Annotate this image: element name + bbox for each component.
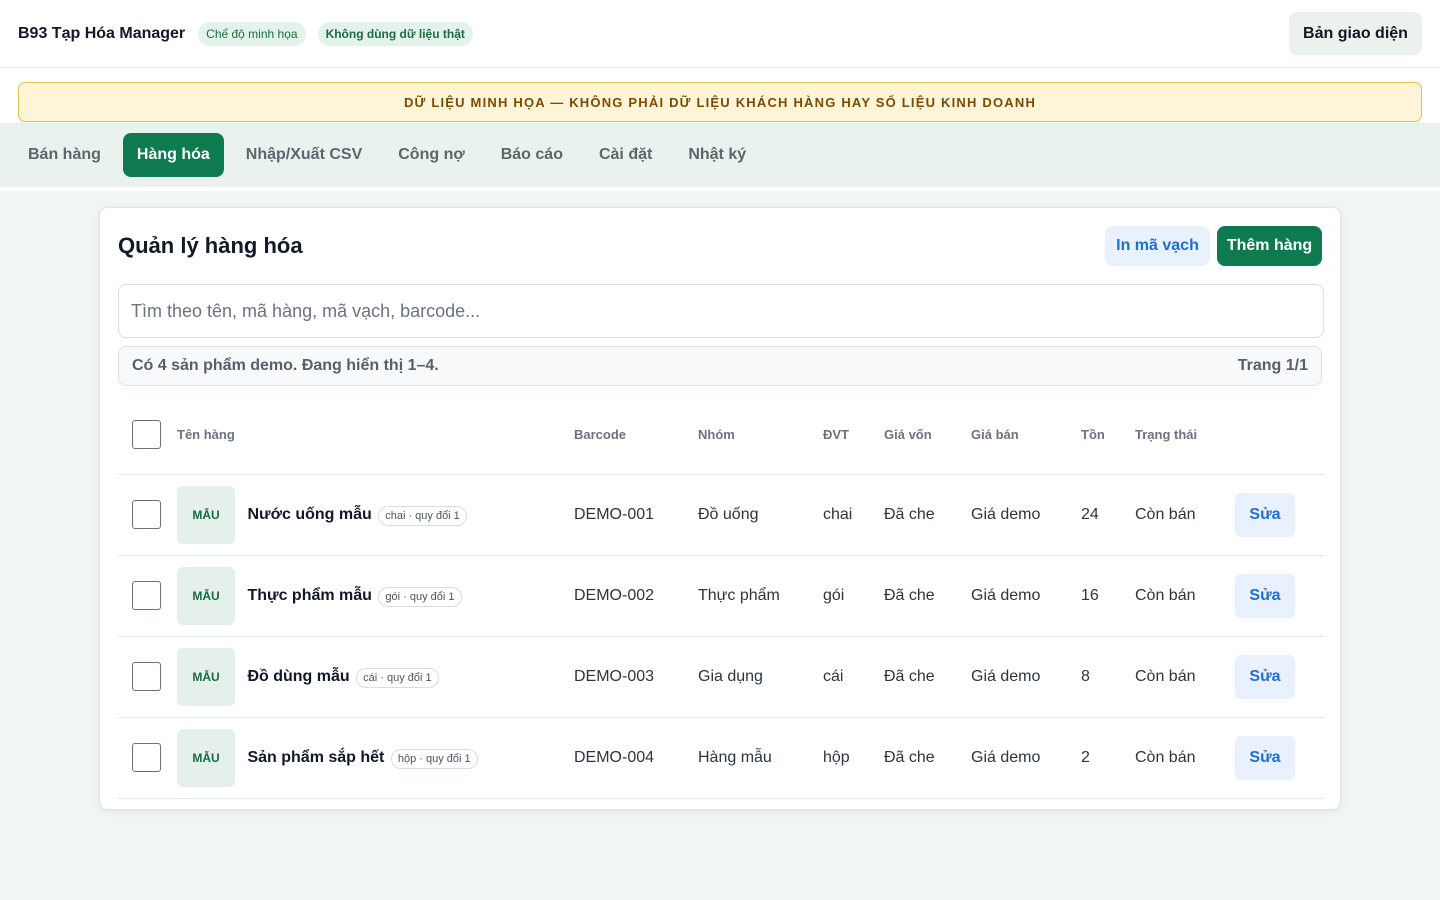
cost-cell: Đã che bbox=[884, 717, 971, 799]
cost-cell: Đã che bbox=[884, 636, 971, 718]
status-cell: Còn bán bbox=[1135, 717, 1235, 799]
stock-cell: 24 bbox=[1081, 474, 1135, 556]
product-thumbnail: MẪU bbox=[177, 647, 235, 706]
cost-cell: Đã che bbox=[884, 555, 971, 637]
col-status-header[interactable]: Trạng thái bbox=[1135, 396, 1235, 475]
row-checkbox[interactable] bbox=[132, 662, 161, 691]
stock-cell: 16 bbox=[1081, 555, 1135, 637]
barcode-cell: DEMO-004 bbox=[574, 717, 698, 799]
col-price-header[interactable]: Giá bán bbox=[971, 396, 1081, 475]
print-barcode-button[interactable]: In mã vạch bbox=[1105, 226, 1210, 266]
card-header: Quản lý hàng hóa In mã vạch Thêm hàng bbox=[118, 208, 1322, 284]
price-cell: Giá demo bbox=[971, 717, 1081, 799]
group-cell: Thực phẩm bbox=[698, 555, 823, 637]
status-cell: Còn bán bbox=[1135, 474, 1235, 556]
col-group-header[interactable]: Nhóm bbox=[698, 396, 823, 475]
group-cell: Hàng mẫu bbox=[698, 717, 823, 799]
product-name[interactable]: Sản phẩm sắp hết bbox=[247, 749, 384, 766]
top-bar: B93 Tạp Hóa Manager Chế độ minh họa Khôn… bbox=[0, 0, 1440, 68]
select-all-checkbox[interactable] bbox=[132, 420, 161, 450]
unit-cell: cái bbox=[823, 636, 884, 718]
table-row: MẪU Nước uống mẫu chai · quy đổi 1 DEMO-… bbox=[118, 474, 1324, 556]
main-nav: Bán hàng Hàng hóa Nhập/Xuất CSV Công nợ … bbox=[0, 123, 1440, 187]
unit-conversion-chip: hộp · quy đổi 1 bbox=[390, 748, 478, 769]
barcode-cell: DEMO-001 bbox=[574, 474, 698, 556]
product-name[interactable]: Đồ dùng mẫu bbox=[247, 668, 349, 685]
stock-cell: 8 bbox=[1081, 636, 1135, 718]
unit-cell: gói bbox=[823, 555, 884, 637]
status-cell: Còn bán bbox=[1135, 636, 1235, 718]
tab-bao-cao[interactable]: Báo cáo bbox=[487, 133, 577, 177]
price-cell: Giá demo bbox=[971, 474, 1081, 556]
product-thumbnail: MẪU bbox=[177, 566, 235, 625]
col-unit-header[interactable]: ĐVT bbox=[823, 396, 884, 475]
table-row: MẪU Thực phẩm mẫu gói · quy đổi 1 DEMO-0… bbox=[118, 555, 1324, 637]
row-checkbox[interactable] bbox=[132, 500, 161, 529]
edit-button[interactable]: Sửa bbox=[1235, 492, 1295, 537]
stock-cell: 2 bbox=[1081, 717, 1135, 799]
summary-bar: Có 4 sản phẩm demo. Đang hiển thị 1–4. T… bbox=[118, 346, 1322, 386]
row-checkbox[interactable] bbox=[132, 743, 161, 772]
products-card: Quản lý hàng hóa In mã vạch Thêm hàng Có… bbox=[99, 207, 1341, 810]
product-thumbnail: MẪU bbox=[177, 485, 235, 544]
edit-button[interactable]: Sửa bbox=[1235, 573, 1295, 618]
col-actions-header bbox=[1235, 396, 1324, 475]
product-name[interactable]: Nước uống mẫu bbox=[247, 506, 371, 523]
unit-conversion-chip: gói · quy đổi 1 bbox=[378, 586, 462, 607]
cost-cell: Đã che bbox=[884, 474, 971, 556]
group-cell: Gia dụng bbox=[698, 636, 823, 718]
barcode-cell: DEMO-002 bbox=[574, 555, 698, 637]
barcode-cell: DEMO-003 bbox=[574, 636, 698, 718]
table-row: MẪU Đồ dùng mẫu cái · quy đổi 1 DEMO-003… bbox=[118, 636, 1324, 718]
page-info: Trang 1/1 bbox=[1237, 357, 1308, 374]
product-thumbnail: MẪU bbox=[177, 728, 235, 787]
no-real-data-badge: Không dùng dữ liệu thật bbox=[317, 21, 473, 46]
app-title: B93 Tạp Hóa Manager bbox=[18, 24, 186, 42]
summary-text: Có 4 sản phẩm demo. Đang hiển thị 1–4. bbox=[132, 357, 439, 374]
table-header-row: Tên hàng Barcode Nhóm ĐVT Giá vốn Giá bá… bbox=[118, 396, 1324, 475]
row-checkbox[interactable] bbox=[132, 581, 161, 610]
tab-cai-dat[interactable]: Cài đặt bbox=[585, 133, 666, 177]
edit-button[interactable]: Sửa bbox=[1235, 654, 1295, 699]
col-stock-header[interactable]: Tồn bbox=[1081, 396, 1135, 475]
col-cost-header[interactable]: Giá vốn bbox=[884, 396, 971, 475]
theme-button[interactable]: Bản giao diện bbox=[1289, 12, 1422, 55]
tab-nhat-ky[interactable]: Nhật ký bbox=[674, 133, 760, 177]
demo-data-banner: DỮ LIỆU MINH HỌA — KHÔNG PHẢI DỮ LIỆU KH… bbox=[18, 82, 1422, 122]
status-cell: Còn bán bbox=[1135, 555, 1235, 637]
col-barcode-header[interactable]: Barcode bbox=[574, 396, 698, 475]
unit-conversion-chip: chai · quy đổi 1 bbox=[378, 505, 467, 526]
price-cell: Giá demo bbox=[971, 555, 1081, 637]
group-cell: Đồ uống bbox=[698, 474, 823, 556]
demo-mode-badge: Chế độ minh họa bbox=[198, 21, 306, 46]
product-name[interactable]: Thực phẩm mẫu bbox=[247, 587, 372, 604]
price-cell: Giá demo bbox=[971, 636, 1081, 718]
table-row: MẪU Sản phẩm sắp hết hộp · quy đổi 1 DEM… bbox=[118, 717, 1324, 799]
edit-button[interactable]: Sửa bbox=[1235, 735, 1295, 780]
page-title: Quản lý hàng hóa bbox=[118, 233, 303, 258]
tab-nhap-xuat-csv[interactable]: Nhập/Xuất CSV bbox=[232, 133, 376, 177]
col-name-header[interactable]: Tên hàng bbox=[177, 396, 574, 475]
unit-cell: chai bbox=[823, 474, 884, 556]
search-input[interactable] bbox=[118, 284, 1324, 338]
tab-hang-hoa[interactable]: Hàng hóa bbox=[122, 133, 224, 177]
unit-cell: hộp bbox=[823, 717, 884, 799]
tab-ban-hang[interactable]: Bán hàng bbox=[14, 133, 115, 177]
unit-conversion-chip: cái · quy đổi 1 bbox=[356, 667, 439, 688]
products-table: Tên hàng Barcode Nhóm ĐVT Giá vốn Giá bá… bbox=[118, 396, 1324, 799]
tab-cong-no[interactable]: Công nợ bbox=[384, 133, 478, 177]
add-product-button[interactable]: Thêm hàng bbox=[1217, 226, 1322, 266]
